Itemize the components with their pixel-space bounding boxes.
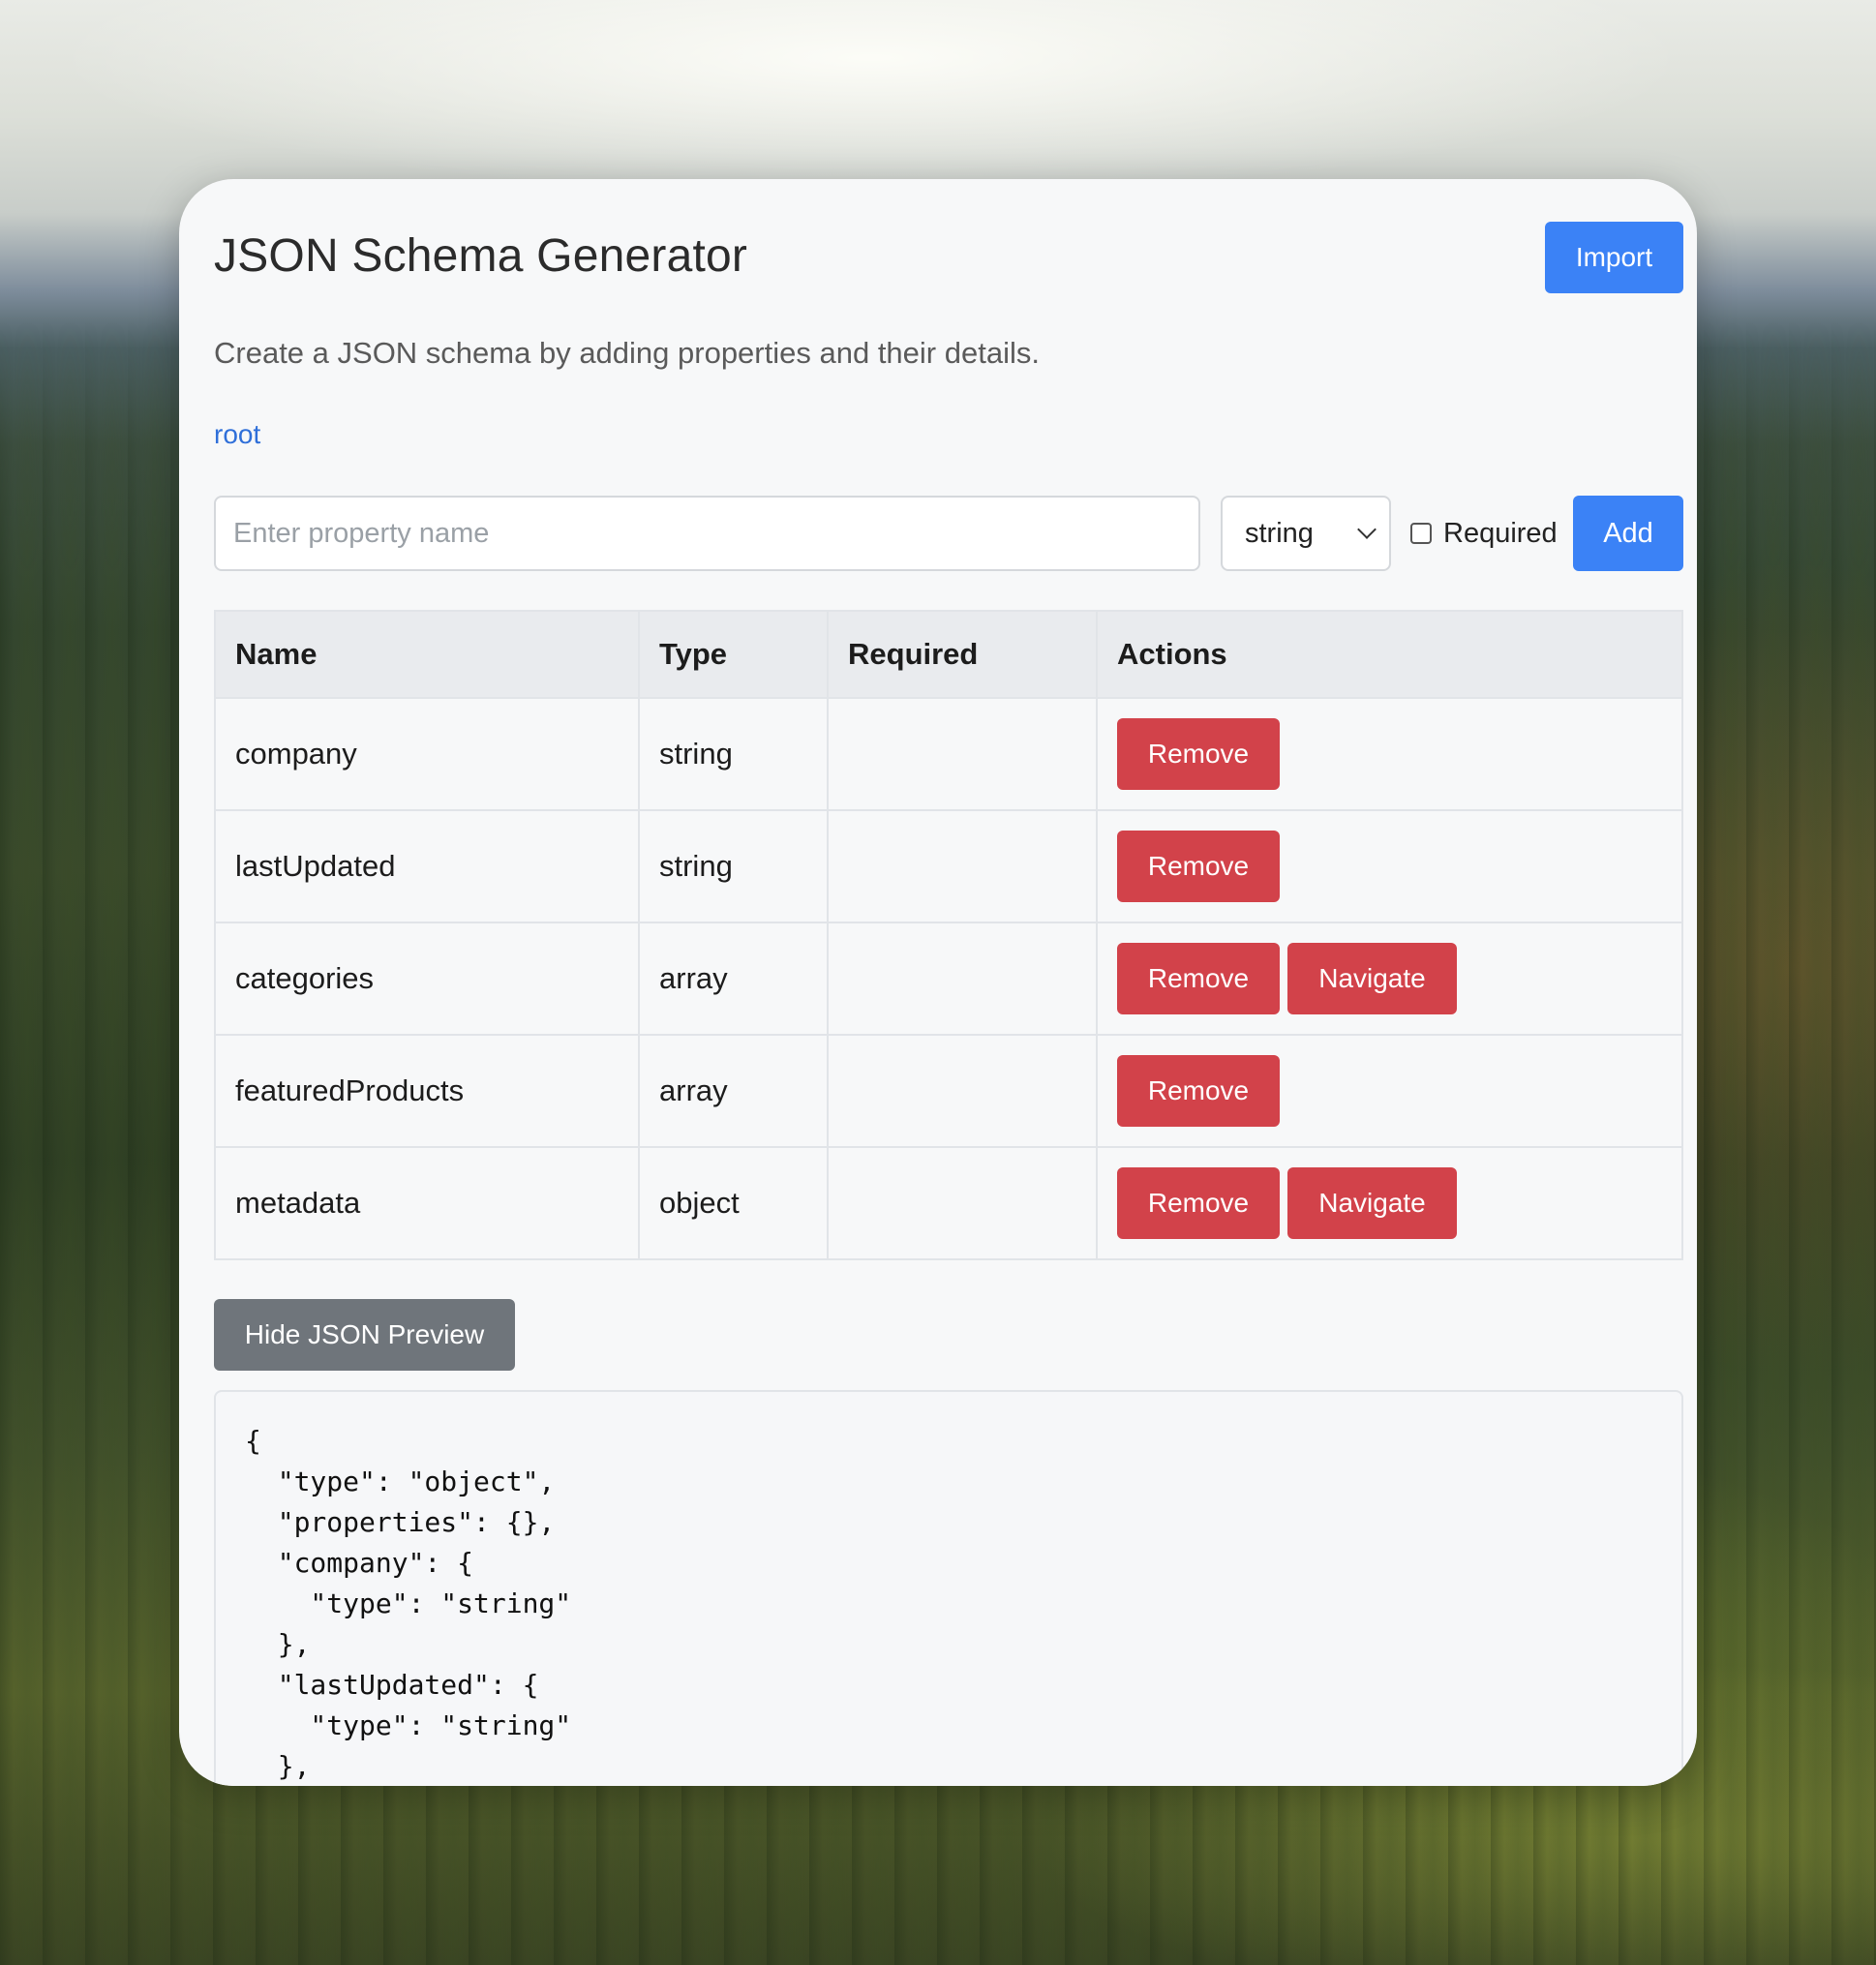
property-required-cell	[827, 1146, 1098, 1260]
property-required-cell	[827, 922, 1098, 1036]
table-row: lastUpdated string Remove	[214, 809, 1683, 923]
property-actions-cell: Remove	[1096, 809, 1683, 923]
import-button[interactable]: Import	[1545, 222, 1683, 293]
required-checkbox[interactable]	[1410, 523, 1432, 544]
remove-button[interactable]: Remove	[1117, 1055, 1280, 1127]
required-checkbox-wrap[interactable]: Required	[1410, 496, 1558, 571]
table-row: featuredProducts array Remove	[214, 1034, 1683, 1148]
remove-button[interactable]: Remove	[1117, 831, 1280, 902]
page-description: Create a JSON schema by adding propertie…	[214, 336, 1040, 370]
add-property-button[interactable]: Add	[1573, 496, 1683, 571]
property-required-cell	[827, 697, 1098, 811]
column-header-type: Type	[638, 610, 829, 699]
table-row: company string Remove	[214, 697, 1683, 811]
property-type-cell: array	[638, 922, 829, 1036]
remove-button[interactable]: Remove	[1117, 943, 1280, 1014]
required-checkbox-label: Required	[1443, 517, 1558, 549]
property-type-select[interactable]: string	[1221, 496, 1391, 571]
property-type-cell: string	[638, 697, 829, 811]
navigate-button[interactable]: Navigate	[1287, 1167, 1457, 1239]
add-property-form: string Required Add	[214, 496, 1683, 571]
property-name-cell: metadata	[214, 1146, 640, 1260]
table-row: metadata object Remove Navigate	[214, 1146, 1683, 1260]
json-preview-code: { "type": "object", "properties": {}, "c…	[214, 1390, 1683, 1786]
property-actions-cell: Remove	[1096, 1034, 1683, 1148]
property-type-value: string	[1245, 517, 1314, 549]
remove-button[interactable]: Remove	[1117, 718, 1280, 790]
property-type-cell: array	[638, 1034, 829, 1148]
property-actions-cell: Remove	[1096, 697, 1683, 811]
table-header-row: Name Type Required Actions	[214, 610, 1683, 699]
property-type-cell: object	[638, 1146, 829, 1260]
property-required-cell	[827, 1034, 1098, 1148]
property-name-cell: featuredProducts	[214, 1034, 640, 1148]
property-type-cell: string	[638, 809, 829, 923]
property-name-input[interactable]	[214, 496, 1200, 571]
navigate-button[interactable]: Navigate	[1287, 943, 1457, 1014]
property-required-cell	[827, 809, 1098, 923]
hide-json-preview-button[interactable]: Hide JSON Preview	[214, 1299, 515, 1371]
table-row: categories array Remove Navigate	[214, 922, 1683, 1036]
property-name-cell: company	[214, 697, 640, 811]
property-actions-cell: Remove Navigate	[1096, 1146, 1683, 1260]
page-title: JSON Schema Generator	[214, 230, 748, 282]
schema-generator-panel: JSON Schema Generator Import Create a JS…	[179, 179, 1697, 1786]
breadcrumb-root-link[interactable]: root	[214, 419, 260, 450]
remove-button[interactable]: Remove	[1117, 1167, 1280, 1239]
column-header-actions: Actions	[1096, 610, 1683, 699]
column-header-required: Required	[827, 610, 1098, 699]
chevron-down-icon	[1357, 520, 1377, 539]
property-name-cell: categories	[214, 922, 640, 1036]
column-header-name: Name	[214, 610, 640, 699]
property-actions-cell: Remove Navigate	[1096, 922, 1683, 1036]
property-name-cell: lastUpdated	[214, 809, 640, 923]
properties-table: Name Type Required Actions company strin…	[214, 610, 1683, 1260]
panel-header: JSON Schema Generator Import	[214, 179, 1683, 334]
